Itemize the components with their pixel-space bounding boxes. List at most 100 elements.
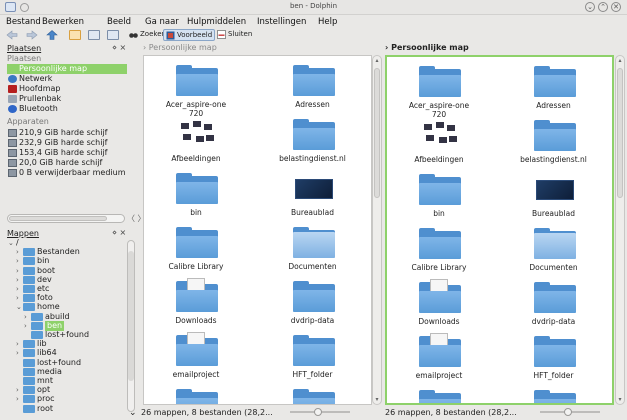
folder-icon (23, 275, 35, 284)
scroll-up-icon[interactable]: ▴ (616, 57, 624, 64)
device-item[interactable]: 20,0 GiB harde schijf (7, 158, 139, 168)
scroll-down-icon[interactable]: ▾ (373, 396, 381, 403)
right-zoom-slider[interactable] (540, 408, 600, 416)
place-item[interactable]: Hoofdmap (7, 84, 127, 94)
folder-icon (533, 117, 576, 151)
left-file-view[interactable]: Acer_aspire-one 720 Adressen Afbeeldingen b… (143, 55, 372, 405)
left-zoom-slider[interactable] (290, 408, 350, 416)
file-item[interactable]: HFT_folder (504, 333, 604, 385)
file-item[interactable]: Afbeeldingen (389, 117, 489, 169)
tree-expander-icon[interactable]: › (16, 348, 22, 358)
right-view-scrollbar[interactable]: ▴ ▾ (615, 55, 625, 405)
up-arrow-icon[interactable] (46, 30, 58, 40)
file-item[interactable] (146, 386, 246, 404)
file-item[interactable] (389, 387, 489, 403)
close-window-button[interactable]: ✕ (611, 2, 621, 12)
scrollbar-thumb[interactable] (374, 68, 380, 198)
place-item[interactable]: Bluetooth (7, 104, 127, 114)
device-item-label: 0 B verwijderbaar medium (19, 168, 126, 177)
file-item[interactable]: dvdrip-data (504, 279, 604, 331)
file-item[interactable]: emailproject (146, 332, 246, 384)
menu-bewerken[interactable]: Bewerken (42, 17, 84, 27)
right-file-view[interactable]: Acer_aspire-one 720 Adressen Afbeeldingen b… (385, 55, 614, 405)
left-breadcrumb[interactable]: › Persoonlijke map (143, 43, 217, 54)
folders-panel-controls[interactable]: ⋄ × (112, 228, 126, 237)
left-expand-marker[interactable]: ⌄ (129, 407, 137, 419)
menu-instellingen[interactable]: Instellingen (257, 17, 306, 27)
file-item[interactable]: Documenten (263, 224, 363, 276)
device-item[interactable]: 232,9 GiB harde schijf (7, 138, 139, 148)
file-item[interactable]: Bureaublad (504, 171, 604, 223)
minimize-button[interactable]: ⌄ (585, 2, 595, 12)
zoom-slider-knob[interactable] (564, 408, 572, 416)
file-item[interactable]: Adressen (263, 62, 363, 114)
photo-thumbnail (195, 135, 205, 143)
tree-expander-icon[interactable]: ⌄ (16, 302, 22, 312)
harddisk-icon (8, 159, 17, 167)
folder-tree-scrollbar[interactable] (127, 240, 135, 412)
place-item[interactable]: Persoonlijke map (7, 64, 127, 74)
file-item[interactable]: belastingdienst.nl (504, 117, 604, 169)
scrollbar-thumb[interactable] (9, 216, 107, 221)
file-item[interactable]: Acer_aspire-one 720 (389, 63, 489, 119)
file-item[interactable]: belastingdienst.nl (263, 116, 363, 168)
photo-thumbnail (180, 122, 190, 130)
zoom-slider-knob[interactable] (314, 408, 322, 416)
details-view-icon[interactable] (88, 30, 100, 40)
device-item[interactable]: 0 B verwijderbaar medium (7, 168, 139, 178)
scroll-up-icon[interactable]: ▴ (373, 57, 381, 64)
menu-beeld[interactable]: Beeld (107, 17, 131, 27)
file-item[interactable]: Documenten (504, 225, 604, 277)
scrollbar-thumb[interactable] (617, 68, 623, 198)
menu-help[interactable]: Help (318, 17, 337, 27)
scroll-down-icon[interactable]: ▾ (616, 396, 624, 403)
forward-arrow-icon[interactable] (26, 30, 38, 40)
tree-expander-icon[interactable]: › (24, 321, 30, 331)
device-item[interactable]: 210,9 GiB harde schijf (7, 128, 139, 138)
menu-hulpmiddelen[interactable]: Hulpmiddelen (187, 17, 246, 27)
file-item[interactable]: Acer_aspire-one 720 (146, 62, 246, 118)
close-split-button[interactable]: Sluiten (215, 29, 254, 41)
tree-expander-icon[interactable]: ⌄ (8, 238, 14, 248)
file-item[interactable] (263, 386, 363, 404)
places-horizontal-scrollbar[interactable] (7, 214, 125, 223)
folder-icon (533, 279, 576, 313)
file-item[interactable]: Downloads (146, 278, 246, 330)
file-item[interactable]: Afbeeldingen (146, 116, 246, 168)
file-item[interactable]: Adressen (504, 63, 604, 115)
folder-icon (533, 63, 576, 97)
file-item[interactable]: bin (389, 171, 489, 223)
file-item[interactable]: Calibre Library (146, 224, 246, 276)
file-item[interactable]: Bureaublad (263, 170, 363, 222)
file-item[interactable]: Calibre Library (389, 225, 489, 277)
file-item[interactable]: dvdrip-data (263, 278, 363, 330)
menu-bestand[interactable]: Bestand (6, 17, 41, 27)
file-item[interactable]: bin (146, 170, 246, 222)
device-item[interactable]: 153,4 GiB harde schijf (7, 148, 139, 158)
right-breadcrumb[interactable]: › Persoonlijke map (385, 43, 469, 54)
desktop-screen (535, 180, 574, 200)
file-item[interactable]: Downloads (389, 279, 489, 331)
places-panel-controls[interactable]: ⋄ × (112, 43, 126, 52)
folder-icon (23, 377, 35, 385)
photo-thumbnail (438, 136, 448, 144)
search-button[interactable]: Zoeken (127, 29, 168, 41)
file-item[interactable] (504, 387, 604, 403)
place-item[interactable]: Netwerk (7, 74, 127, 84)
file-item[interactable]: emailproject (389, 333, 489, 385)
back-arrow-icon[interactable] (6, 30, 18, 40)
place-item[interactable]: Prullenbak (7, 94, 127, 104)
scrollbar-thumb[interactable] (128, 251, 134, 381)
folder-front (292, 232, 335, 258)
preview-button[interactable]: Voorbeeld (163, 29, 216, 41)
file-item-label: bin (433, 209, 445, 218)
menu-ga-naar[interactable]: Ga naar (145, 17, 179, 27)
network-icon (8, 75, 17, 83)
file-item[interactable]: HFT_folder (263, 332, 363, 384)
folder-icon (23, 358, 35, 367)
maximize-button[interactable]: ⌃ (598, 2, 608, 12)
tree-expander-icon[interactable]: › (16, 394, 22, 404)
left-view-scrollbar[interactable]: ▴ ▾ (372, 55, 382, 405)
columns-view-icon[interactable] (107, 30, 119, 40)
icons-view-icon[interactable] (69, 30, 81, 40)
